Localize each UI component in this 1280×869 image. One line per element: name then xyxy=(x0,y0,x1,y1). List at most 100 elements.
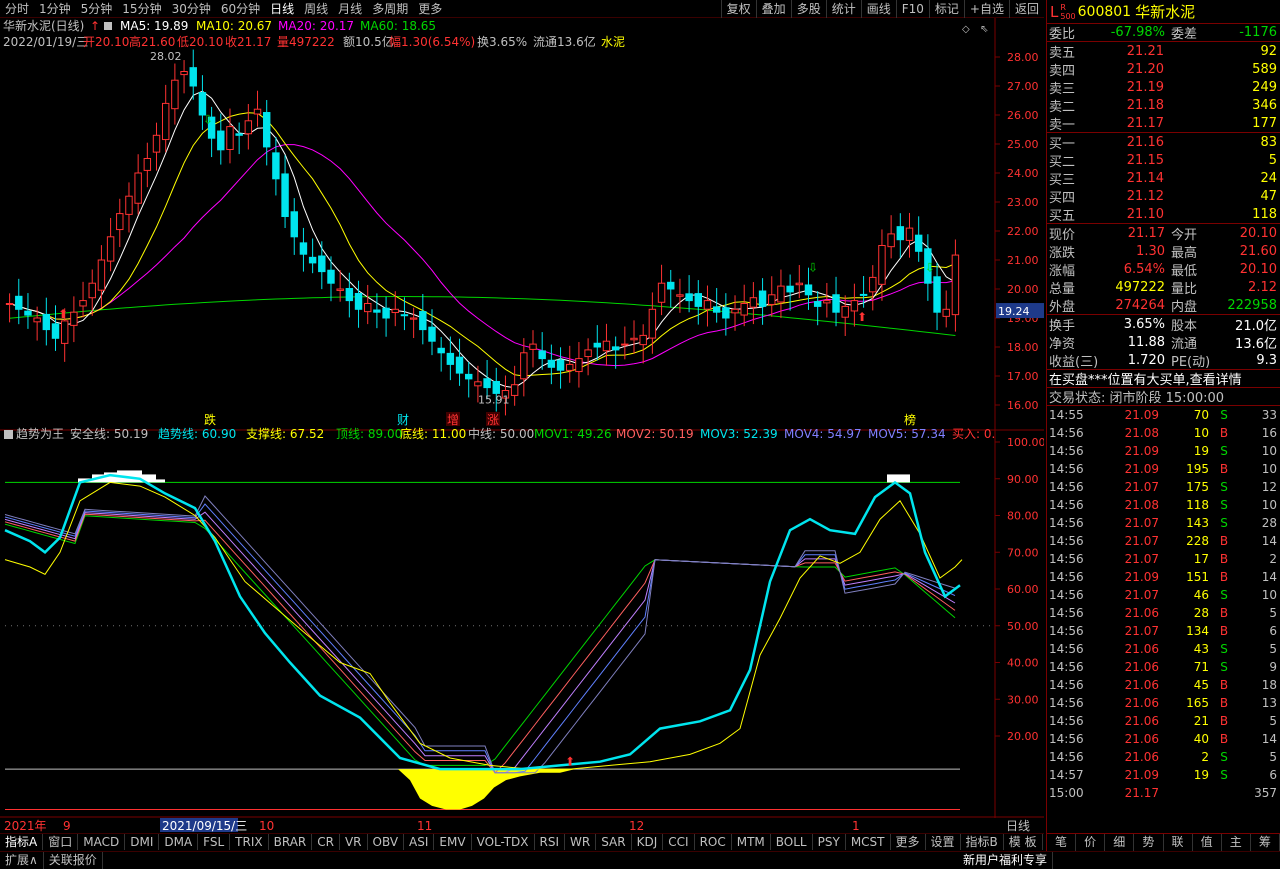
candle-body xyxy=(740,303,748,316)
indicator-tab[interactable]: 设置 xyxy=(926,834,961,850)
panel-tab[interactable]: 联 xyxy=(1164,834,1193,851)
panel-tab[interactable]: 筹 xyxy=(1251,834,1280,851)
tool-button[interactable]: 返回 xyxy=(1008,0,1044,18)
indicator-tab[interactable]: WR xyxy=(565,834,597,850)
period-tab[interactable]: 30分钟 xyxy=(167,0,216,18)
panel-tab[interactable]: 势 xyxy=(1134,834,1164,851)
indicator-tab[interactable]: MACD xyxy=(78,834,126,850)
stat-label: 涨幅 xyxy=(1049,263,1076,279)
current-price-tag: 19.24 xyxy=(998,305,1030,318)
tick-count: 14 xyxy=(1261,570,1277,584)
indicator-tab[interactable]: MCST xyxy=(846,834,891,850)
tick-row: 14:57 21.09 19 S 6 xyxy=(1047,766,1280,784)
tick-count: 357 xyxy=(1254,786,1277,800)
panel-tab[interactable]: 价 xyxy=(1076,834,1106,851)
indicator-tab[interactable]: 窗口 xyxy=(43,834,79,850)
status-item[interactable]: 扩展∧ xyxy=(0,852,44,869)
period-tab[interactable]: 分时 xyxy=(0,0,34,18)
indicator-tab[interactable]: CR xyxy=(312,834,340,850)
settings-square-icon[interactable] xyxy=(104,22,112,30)
indicator-tab[interactable]: ROC xyxy=(695,834,732,850)
period-tab[interactable]: 日线 xyxy=(265,0,299,18)
tool-button[interactable]: F10 xyxy=(895,0,929,18)
indicator-tab[interactable]: BOLL xyxy=(771,834,813,850)
panel-tab[interactable]: 笔 xyxy=(1047,834,1077,851)
indicator-tab[interactable]: EMV xyxy=(434,834,472,850)
indicator-settings-icon[interactable] xyxy=(4,430,13,439)
period-tab[interactable]: 5分钟 xyxy=(76,0,118,18)
tool-button[interactable]: 复权 xyxy=(720,0,756,18)
period-tab[interactable]: 月线 xyxy=(333,0,367,18)
stock-name: 华新水泥 xyxy=(1135,3,1196,21)
indicator-tab[interactable]: 指标B xyxy=(961,834,1004,850)
panel-tab[interactable]: 值 xyxy=(1193,834,1222,851)
panel-tab[interactable]: 细 xyxy=(1105,834,1135,851)
diamond-icon[interactable]: ◇ xyxy=(962,24,970,35)
stat-value: 222958 xyxy=(1227,297,1277,313)
tick-time: 14:56 xyxy=(1049,696,1084,710)
period-tab[interactable]: 更多 xyxy=(413,0,447,18)
indicator-tab[interactable]: OBV xyxy=(368,834,405,850)
indicator-tab[interactable]: RSI xyxy=(535,834,566,850)
indicator-tab[interactable]: FSL xyxy=(198,834,231,850)
book-volume: 118 xyxy=(1252,206,1277,222)
period-tab[interactable]: 1分钟 xyxy=(34,0,76,18)
tool-button[interactable]: 多股 xyxy=(790,0,826,18)
period-tab[interactable]: 周线 xyxy=(299,0,333,18)
indicator-tab[interactable]: ASI xyxy=(404,834,435,850)
event-marker[interactable]: 榜 xyxy=(904,412,916,427)
tool-button[interactable]: 叠加 xyxy=(755,0,791,18)
indicator-tab[interactable]: VR xyxy=(340,834,368,850)
tick-time: 15:00 xyxy=(1049,786,1084,800)
indicator-tab[interactable]: CCI xyxy=(663,834,695,850)
tick-volume: 143 xyxy=(1186,516,1209,530)
indicator-tab[interactable]: 指标A xyxy=(0,834,44,850)
overbought-block xyxy=(887,474,910,483)
indicator-tab[interactable]: TRIX xyxy=(230,834,269,850)
indicator-tab[interactable]: MTM xyxy=(732,834,771,850)
tick-volume: 70 xyxy=(1193,408,1209,422)
tool-button[interactable]: 标记 xyxy=(928,0,964,18)
book-price: 21.20 xyxy=(1126,61,1164,77)
period-tab[interactable]: 60分钟 xyxy=(216,0,265,18)
indicator-label: MOV4: 54.97 xyxy=(784,427,862,441)
event-marker[interactable]: 涨 xyxy=(487,412,499,427)
candle-body xyxy=(262,112,271,148)
period-tab[interactable]: 多周期 xyxy=(367,0,413,18)
period-tab[interactable]: 15分钟 xyxy=(117,0,166,18)
tick-row: 14:56 21.06 2 S 5 xyxy=(1047,748,1280,766)
price-axis-label: 21.00 xyxy=(1007,254,1039,267)
indicator-tab[interactable]: 更多 xyxy=(891,834,926,850)
candle-body xyxy=(428,326,436,342)
event-marker[interactable]: 财 xyxy=(397,413,409,427)
candle-body xyxy=(354,292,363,310)
tool-button[interactable]: 画线 xyxy=(860,0,896,18)
indicator-tab[interactable]: VOL-TDX xyxy=(472,834,535,850)
candle-body xyxy=(455,356,464,374)
info-field: 2022/01/19/三 xyxy=(3,35,88,49)
tool-button[interactable]: 统计 xyxy=(825,0,861,18)
indicator-tab[interactable]: 模 板 xyxy=(1004,834,1043,850)
event-marker[interactable]: 增 xyxy=(447,413,459,427)
news-link[interactable]: 在买盘***位置有大买单,查看详情 xyxy=(1047,370,1280,388)
tick-row: 14:55 21.09 70 S 33 xyxy=(1047,406,1280,424)
candle-body xyxy=(703,300,712,310)
candle-body xyxy=(630,337,638,341)
indicator-tab[interactable]: PSY xyxy=(813,834,846,850)
indicator-tab[interactable]: DMI xyxy=(125,834,160,850)
indicator-tab[interactable]: DMA xyxy=(159,834,199,850)
status-item[interactable]: 关联报价 xyxy=(44,852,103,869)
tick-count: 14 xyxy=(1261,534,1277,548)
chart-area[interactable]: 华新水泥(日线) ↑ MA5: 19.89 MA10: 20.67 MA20: 20.1… xyxy=(0,18,1044,833)
indicator-tab[interactable]: KDJ xyxy=(632,834,664,850)
status-promo[interactable]: 新用户福利专享 xyxy=(958,852,1054,869)
indicator-tab[interactable]: SAR xyxy=(596,834,632,850)
indicator-tab[interactable]: BRAR xyxy=(269,834,313,850)
panel-tab[interactable]: 主 xyxy=(1222,834,1251,851)
arrow-icon[interactable]: ⇖ xyxy=(980,24,988,35)
book-price: 21.18 xyxy=(1126,97,1164,113)
event-marker[interactable]: 跌 xyxy=(204,412,216,427)
candle-body xyxy=(547,359,556,368)
tool-button[interactable]: +自选 xyxy=(963,0,1009,18)
candle-body xyxy=(373,309,381,313)
